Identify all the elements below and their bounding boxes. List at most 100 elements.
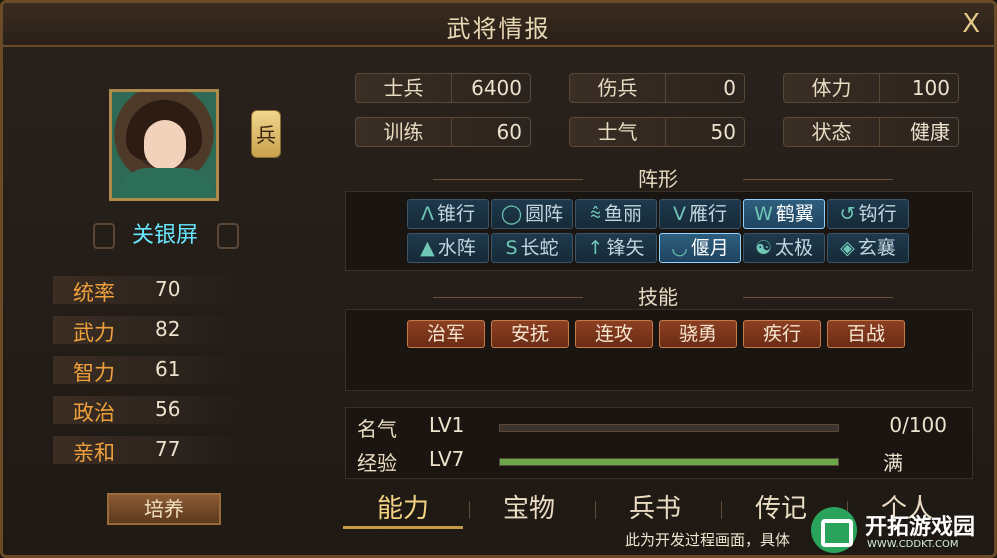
troop-morale: 士气 50 [569, 117, 745, 147]
stat-row-command: 统率 70 [53, 276, 243, 305]
formation-icon: Ʌ [420, 203, 434, 225]
formation-icon: ☯ [754, 237, 773, 259]
formation-icon: V [672, 203, 686, 225]
fame-label: 名气 [357, 417, 397, 441]
unit-type-badge: 兵 [251, 110, 281, 158]
exp-value: 满 [883, 451, 903, 475]
formation-label: 玄襄 [857, 237, 896, 259]
formation-yuanzhen[interactable]: ◯ 圆阵 [491, 199, 573, 229]
portrait-robe [118, 168, 214, 198]
stat-row-politics: 政治 56 [53, 396, 243, 425]
exp-label: 经验 [357, 451, 397, 475]
exp-bar-fill [500, 459, 838, 465]
troop-training: 训练 60 [355, 117, 531, 147]
formation-label: 长蛇 [520, 237, 559, 259]
stat-value: 70 [155, 277, 181, 301]
site-watermark: 开拓游戏园 WWW.CDDKT.COM [811, 503, 994, 555]
divider [743, 297, 893, 298]
formation-label: 钩行 [858, 203, 897, 225]
divider [743, 179, 893, 180]
skill-liangong[interactable]: 连攻 [575, 320, 653, 348]
watermark-url: WWW.CDDKT.COM [867, 539, 959, 550]
formation-icon: ◯ [500, 203, 523, 225]
formation-fengshi[interactable]: ↑ 锋矢 [575, 233, 657, 263]
formation-yuli[interactable]: ⩯ 鱼丽 [575, 199, 657, 229]
stat-value: 77 [155, 437, 181, 461]
skill-xiaoyong[interactable]: 骁勇 [659, 320, 737, 348]
fame-value: 0/100 [889, 413, 947, 437]
exp-bar [499, 458, 839, 466]
title-bar: 武将情报 X [3, 3, 994, 47]
tab-military-book[interactable]: 兵书 [595, 489, 715, 529]
troop-stamina: 体力 100 [783, 73, 959, 103]
formation-label: 雁行 [688, 203, 727, 225]
troop-value: 6400 [471, 76, 522, 100]
formation-yanyue[interactable]: ◡ 偃月 [659, 233, 741, 263]
troop-value: 健康 [910, 120, 950, 144]
formation-changshe[interactable]: S 长蛇 [491, 233, 573, 263]
formation-taiji[interactable]: ☯ 太极 [743, 233, 825, 263]
formation-label: 锥行 [436, 203, 475, 225]
formation-shuizhen[interactable]: ▲ 水阵 [407, 233, 489, 263]
troop-label: 伤兵 [570, 74, 666, 102]
close-button[interactable]: X [962, 9, 980, 39]
skill-jixing[interactable]: 疾行 [743, 320, 821, 348]
fame-bar [499, 424, 839, 432]
formation-gouxing[interactable]: ↺ 钩行 [827, 199, 909, 229]
formation-icon: ◡ [671, 237, 688, 259]
formation-icon: ⩯ [589, 203, 602, 225]
formation-icon: ↑ [587, 237, 604, 259]
exp-level: LV7 [429, 447, 465, 471]
stat-value: 61 [155, 357, 181, 381]
fame-row: 名气 LV1 0/100 [357, 413, 957, 441]
tab-treasure[interactable]: 宝物 [469, 489, 589, 529]
fame-level: LV1 [429, 413, 465, 437]
troop-soldiers: 士兵 6400 [355, 73, 531, 103]
name-ornament-right-icon [217, 223, 239, 249]
troop-status: 状态 健康 [783, 117, 959, 147]
formation-label: 鹤翼 [775, 203, 814, 225]
formation-label: 水阵 [437, 237, 476, 259]
stat-label: 武力 [73, 321, 115, 345]
troop-label: 士兵 [356, 74, 452, 102]
formation-heyi[interactable]: W 鹤翼 [743, 199, 825, 229]
stat-label: 智力 [73, 361, 115, 385]
formation-icon: S [505, 237, 518, 259]
train-button[interactable]: 培养 [107, 493, 221, 525]
stat-value: 82 [155, 317, 181, 341]
formation-zhuixing[interactable]: Ʌ 锥行 [407, 199, 489, 229]
troop-label: 状态 [784, 118, 880, 146]
troop-value: 60 [496, 120, 522, 144]
skill-zhijun[interactable]: 治军 [407, 320, 485, 348]
tab-ability[interactable]: 能力 [343, 489, 463, 529]
skill-baizhan[interactable]: 百战 [827, 320, 905, 348]
formation-icon: ◈ [840, 237, 855, 259]
troop-value: 50 [710, 120, 736, 144]
formation-yanxing[interactable]: V 雁行 [659, 199, 741, 229]
troop-label: 体力 [784, 74, 880, 102]
troop-wounded: 伤兵 0 [569, 73, 745, 103]
stat-row-force: 武力 82 [53, 316, 243, 345]
formation-label: 太极 [775, 237, 814, 259]
formation-label: 鱼丽 [604, 203, 643, 225]
formation-icon: ▲ [420, 237, 435, 259]
formation-icon: ↺ [839, 203, 856, 225]
formation-title: 阵形 [638, 167, 678, 191]
troop-value: 100 [911, 76, 950, 100]
general-info-window: 武将情报 X 兵 关银屏 统率 70 武力 82 智力 61 政治 56 亲和 … [0, 0, 997, 558]
portrait-face [144, 120, 186, 170]
exp-row: 经验 LV7 满 [357, 447, 957, 475]
formation-label: 圆阵 [525, 203, 564, 225]
general-portrait [109, 89, 219, 201]
troop-label: 训练 [356, 118, 452, 146]
troop-label: 士气 [570, 118, 666, 146]
watermark-name: 开拓游戏园 [865, 515, 976, 540]
skill-anfu[interactable]: 安抚 [491, 320, 569, 348]
stat-row-intelligence: 智力 61 [53, 356, 243, 385]
formation-label: 偃月 [690, 237, 729, 259]
stat-value: 56 [155, 397, 181, 421]
watermark-logo-icon [811, 507, 857, 553]
formation-label: 锋矢 [606, 237, 645, 259]
formation-icon: W [754, 203, 773, 225]
formation-xuanxiang[interactable]: ◈ 玄襄 [827, 233, 909, 263]
